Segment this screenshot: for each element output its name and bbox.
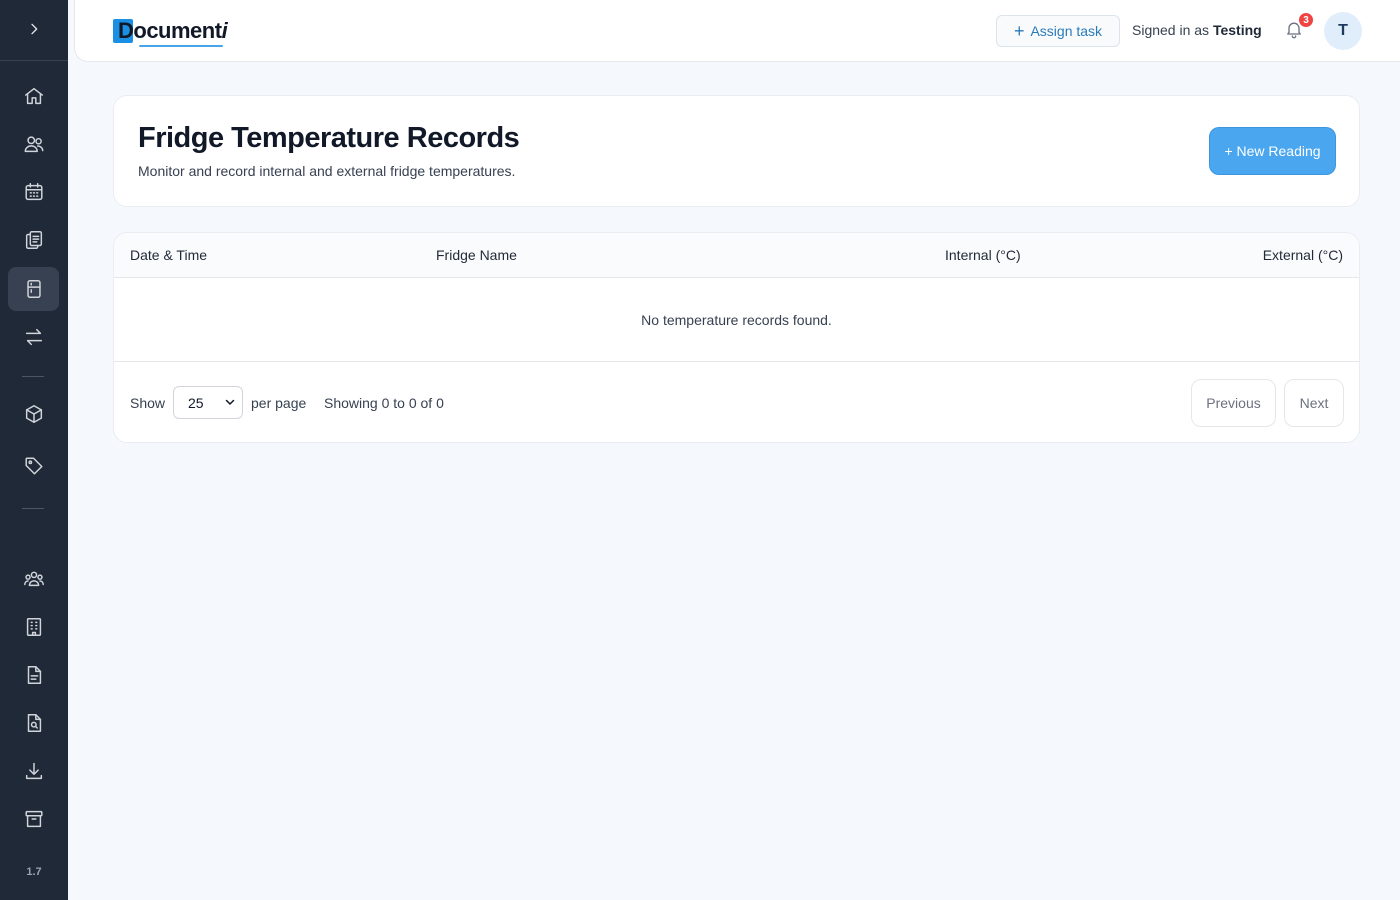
top-header: Documenti + Assign task Signed in as Tes…	[74, 0, 1400, 62]
sidebar-item-archive[interactable]	[8, 797, 59, 841]
table-empty-row: No temperature records found.	[114, 278, 1359, 362]
app-root: 1.7 Documenti + Assign task Signed in as…	[0, 0, 1400, 900]
archive-icon	[24, 810, 43, 828]
page-title: Fridge Temperature Records	[138, 122, 520, 154]
empty-message: No temperature records found.	[641, 312, 832, 328]
document-icon	[27, 666, 41, 684]
signed-in-prefix: Signed in as	[1132, 22, 1210, 38]
document-search-icon	[27, 714, 41, 732]
app-version: 1.7	[26, 866, 42, 878]
building-icon	[26, 618, 41, 636]
box-icon	[25, 405, 42, 423]
pagination-summary: Showing 0 to 0 of 0	[324, 395, 444, 411]
sidebar-toggle-button[interactable]	[19, 14, 49, 44]
records-table-card: Date & Time Fridge Name Internal (°C) Ex…	[113, 232, 1360, 443]
per-page-select[interactable]: 25	[173, 386, 243, 419]
sidebar-item-downloads[interactable]	[8, 749, 59, 793]
users-icon	[24, 136, 43, 153]
calendar-icon	[24, 183, 43, 201]
tag-icon	[24, 457, 43, 475]
table-header: Date & Time Fridge Name Internal (°C) Ex…	[114, 233, 1359, 278]
table-pagination: Show 25 per page Showing 0 to 0 of 0 Pre…	[114, 363, 1359, 442]
per-page-label: per page	[251, 395, 307, 411]
user-avatar[interactable]: T	[1324, 12, 1362, 50]
column-header-external[interactable]: External (°C)	[1263, 247, 1343, 263]
column-header-internal[interactable]: Internal (°C)	[945, 247, 1021, 263]
plus-icon: +	[1013, 21, 1025, 41]
download-icon	[25, 762, 42, 780]
next-page-button[interactable]: Next	[1284, 379, 1344, 427]
chevron-down-icon	[225, 399, 235, 405]
logo-text: Documenti	[118, 18, 228, 43]
assign-task-label: Assign task	[1030, 23, 1103, 39]
column-header-date-time[interactable]: Date & Time	[130, 247, 207, 263]
assign-task-button[interactable]: + Assign task	[996, 15, 1120, 47]
sidebar-item-users[interactable]	[8, 122, 59, 166]
sidebar-divider	[22, 508, 44, 509]
signed-in-status: Signed in as Testing	[1132, 22, 1262, 38]
sidebar-top-divider	[0, 60, 68, 61]
sidebar-item-home[interactable]	[8, 74, 59, 118]
clipboard-icon	[25, 231, 42, 249]
sidebar: 1.7	[0, 0, 68, 900]
sidebar-item-documents[interactable]	[8, 653, 59, 697]
home-icon	[24, 87, 43, 105]
chevron-right-icon	[31, 23, 38, 35]
transfer-icon	[25, 328, 42, 346]
sidebar-item-fridge[interactable]	[8, 267, 59, 311]
previous-page-button[interactable]: Previous	[1191, 379, 1276, 427]
sidebar-item-products[interactable]	[8, 392, 59, 436]
page-subtitle: Monitor and record internal and external…	[138, 163, 516, 179]
logo-underline	[139, 45, 223, 47]
sidebar-item-document-search[interactable]	[8, 701, 59, 745]
group-icon	[23, 571, 44, 587]
sidebar-item-teams[interactable]	[8, 557, 59, 601]
page-header-card: Fridge Temperature Records Monitor and r…	[113, 95, 1360, 207]
notification-count-badge: 3	[1297, 11, 1315, 29]
sidebar-item-transfers[interactable]	[8, 315, 59, 359]
app-logo[interactable]: Documenti	[113, 18, 228, 47]
show-label: Show	[130, 395, 166, 411]
logo-text-accent: i	[221, 18, 228, 43]
signed-in-user: Testing	[1212, 22, 1262, 38]
new-reading-button[interactable]: + New Reading	[1209, 127, 1336, 175]
sidebar-item-calendar[interactable]	[8, 170, 59, 214]
column-header-fridge-name[interactable]: Fridge Name	[436, 247, 517, 263]
sidebar-item-tasks[interactable]	[8, 218, 59, 262]
fridge-icon	[26, 280, 41, 298]
sidebar-item-tags[interactable]	[8, 444, 59, 488]
per-page-value: 25	[188, 394, 204, 411]
sidebar-divider	[22, 376, 44, 377]
sidebar-item-locations[interactable]	[8, 605, 59, 649]
